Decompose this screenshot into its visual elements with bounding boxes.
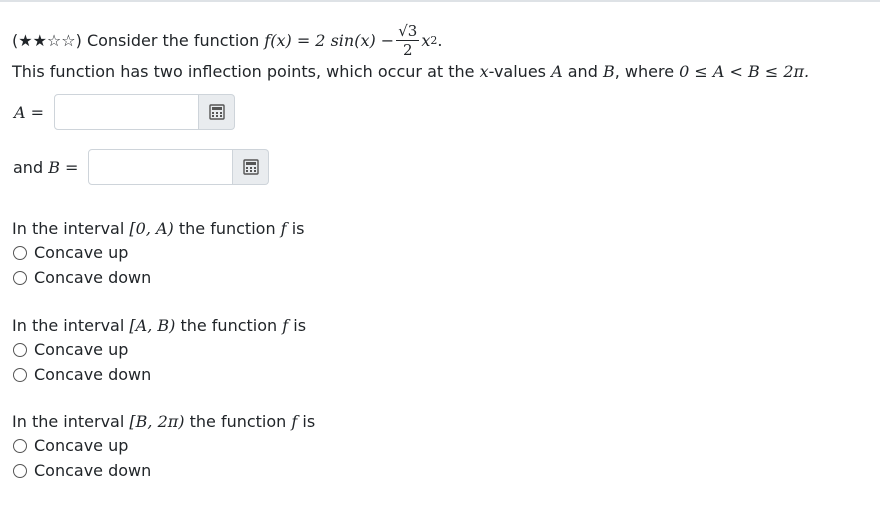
calculator-grid-icon xyxy=(208,104,225,120)
calculator-grid-icon xyxy=(243,159,259,175)
and-text: and xyxy=(567,62,598,81)
a-label: A = xyxy=(14,102,45,122)
function-variable: f xyxy=(282,315,289,335)
radio-button[interactable] xyxy=(13,438,27,453)
answer-b-input[interactable] xyxy=(88,149,234,185)
b-label: B = xyxy=(48,157,79,177)
a-variable: A xyxy=(551,62,563,81)
interval-section-1: In the interval [0, A) the function f is… xyxy=(12,216,304,290)
option-concave-down[interactable]: Concave down xyxy=(12,458,315,483)
prompt-middle: the function xyxy=(189,411,287,431)
where-text: , where xyxy=(614,62,675,81)
interval-prompt: In the interval [B, 2π) the function f i… xyxy=(12,409,315,433)
x-variable: x xyxy=(479,62,489,81)
interval-section-3: In the interval [B, 2π) the function f i… xyxy=(12,409,315,483)
description-text: This function has two inflection points,… xyxy=(12,62,475,81)
option-label: Concave down xyxy=(34,365,152,384)
prompt-suffix: is xyxy=(302,411,316,431)
option-concave-up[interactable]: Concave up xyxy=(12,433,315,458)
option-label: Concave up xyxy=(34,243,129,262)
option-label: Concave down xyxy=(34,461,152,480)
prompt-suffix: is xyxy=(291,218,305,238)
intro-text: Consider the function xyxy=(86,30,260,50)
prompt-middle: the function xyxy=(178,218,276,238)
radio-button[interactable] xyxy=(13,342,27,357)
radio-button[interactable] xyxy=(13,245,27,260)
fraction-denominator: 2 xyxy=(402,40,413,59)
prompt-middle: the function xyxy=(180,315,278,335)
prompt-prefix: In the interval xyxy=(12,315,125,335)
difficulty-stars: (★★☆☆) xyxy=(12,30,82,50)
statement-period: . xyxy=(437,30,443,50)
prompt-prefix: In the interval xyxy=(12,218,125,238)
answer-b-row: and B = xyxy=(13,149,270,185)
interval-expression: [0, A) xyxy=(129,218,174,238)
inflection-description: This function has two inflection points,… xyxy=(12,62,809,81)
prompt-suffix: is xyxy=(293,315,307,335)
option-concave-up[interactable]: Concave up xyxy=(12,240,304,265)
option-concave-down[interactable]: Concave down xyxy=(12,265,304,290)
radio-button[interactable] xyxy=(13,463,27,478)
question-statement: (★★☆☆) Consider the function f(x) = 2 si… xyxy=(12,16,442,64)
interval-prompt: In the interval [0, A) the function f is xyxy=(12,216,304,240)
option-concave-down[interactable]: Concave down xyxy=(12,362,306,387)
question-page: (★★☆☆) Consider the function f(x) = 2 si… xyxy=(0,0,880,523)
interval-prompt: In the interval [A, B) the function f is xyxy=(12,313,306,337)
function-lhs: f(x) = 2 sin(x) − xyxy=(264,30,395,50)
radio-button[interactable] xyxy=(13,367,27,382)
function-variable: f xyxy=(291,411,298,431)
option-label: Concave down xyxy=(34,268,152,287)
option-label: Concave up xyxy=(34,436,129,455)
interval-section-2: In the interval [A, B) the function f is… xyxy=(12,313,306,387)
top-divider xyxy=(0,0,880,2)
answer-a-row: A = xyxy=(14,94,236,130)
fraction-numerator: √3 xyxy=(398,21,418,40)
option-label: Concave up xyxy=(34,340,129,359)
answer-a-tool-button[interactable] xyxy=(199,94,236,130)
answer-b-tool-button[interactable] xyxy=(233,149,270,185)
function-exponent: 2 xyxy=(430,33,438,47)
answer-a-input[interactable] xyxy=(54,94,200,130)
interval-expression: [A, B) xyxy=(129,315,176,335)
b-variable: B xyxy=(602,62,615,81)
prompt-prefix: In the interval xyxy=(12,411,125,431)
sqrt3-over-2-fraction: √3 2 xyxy=(396,21,420,59)
radio-button[interactable] xyxy=(13,270,27,285)
description-values-text: -values xyxy=(488,62,546,81)
option-concave-up[interactable]: Concave up xyxy=(12,337,306,362)
b-prefix: and xyxy=(13,157,44,177)
function-variable: f xyxy=(280,218,287,238)
interval-expression: [B, 2π) xyxy=(129,411,185,431)
function-tail: x xyxy=(421,30,431,50)
condition-inequality: 0 ≤ A < B ≤ 2π. xyxy=(679,62,810,81)
